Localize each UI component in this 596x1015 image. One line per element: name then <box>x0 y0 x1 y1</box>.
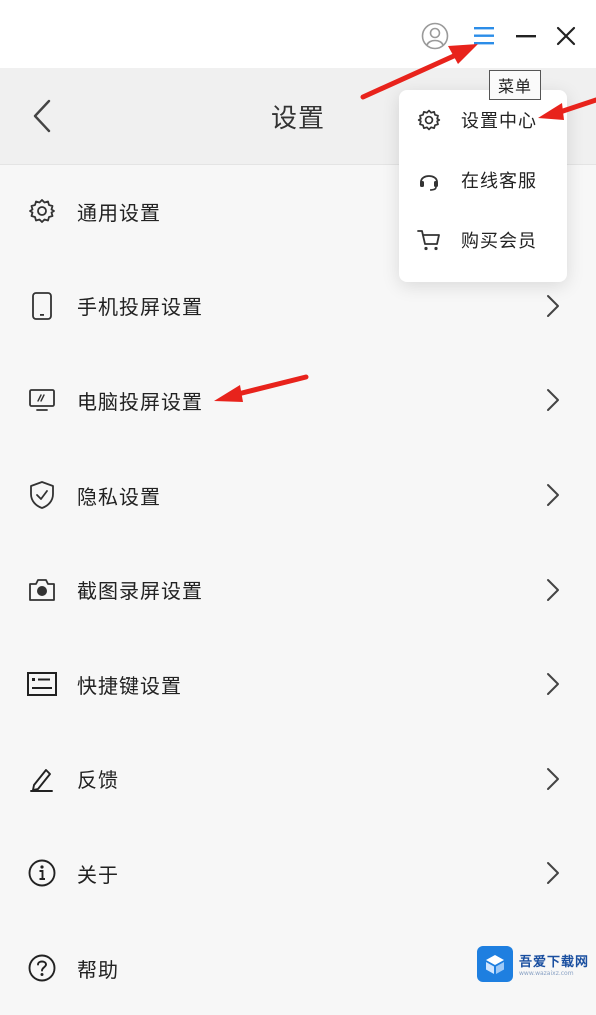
shield-check-icon <box>26 479 58 511</box>
camera-icon <box>26 574 58 606</box>
settings-item-label: 电脑投屏设置 <box>77 389 203 414</box>
settings-item-label: 隐私设置 <box>77 484 161 509</box>
menu-item-label: 购买会员 <box>461 231 537 252</box>
minimize-button[interactable] <box>508 18 544 54</box>
watermark-subtext: www.wazaixz.com <box>519 970 574 977</box>
window-titlebar <box>0 0 596 68</box>
settings-item-label: 通用设置 <box>77 200 161 225</box>
menu-item-label: 在线客服 <box>461 171 537 192</box>
pen-icon <box>26 763 58 795</box>
menu-item-label: 设置中心 <box>461 111 537 132</box>
help-icon <box>26 952 58 984</box>
watermark-logo-icon <box>477 946 513 982</box>
gear-icon <box>416 107 442 133</box>
menu-item-online-support[interactable]: 在线客服 <box>399 150 567 210</box>
menu-button[interactable] <box>466 18 502 54</box>
phone-icon <box>26 290 58 322</box>
watermark: 吾爱下载网 www.wazaixz.com <box>477 942 595 986</box>
user-icon <box>421 22 449 50</box>
close-icon <box>556 26 576 46</box>
settings-item-shortcuts[interactable]: 快捷键设置 <box>0 637 596 732</box>
chevron-right-icon <box>540 480 566 510</box>
minimize-icon <box>516 35 536 38</box>
headset-icon <box>416 167 442 193</box>
settings-item-label: 反馈 <box>77 768 119 793</box>
settings-item-pc-cast[interactable]: 电脑投屏设置 <box>0 353 596 448</box>
dropdown-menu: 设置中心 在线客服 购买会员 <box>399 90 567 282</box>
chevron-right-icon <box>540 291 566 321</box>
monitor-icon <box>26 384 58 416</box>
settings-item-label: 帮助 <box>77 957 119 982</box>
menu-item-buy-membership[interactable]: 购买会员 <box>399 210 567 270</box>
user-button[interactable] <box>417 18 453 54</box>
settings-item-label: 关于 <box>77 862 119 887</box>
chevron-right-icon <box>540 764 566 794</box>
close-button[interactable] <box>548 18 584 54</box>
settings-item-label: 手机投屏设置 <box>77 295 203 320</box>
settings-item-label: 截图录屏设置 <box>77 579 203 604</box>
settings-list: 通用设置 手机投屏设置 电脑投屏设置 隐私设置 截图录屏设置 快捷键设置 反馈 … <box>0 164 596 1015</box>
settings-item-about[interactable]: 关于 <box>0 826 596 921</box>
chevron-right-icon <box>540 669 566 699</box>
chevron-right-icon <box>540 385 566 415</box>
menu-item-settings-center[interactable]: 设置中心 <box>399 90 567 150</box>
settings-item-screenshot-record[interactable]: 截图录屏设置 <box>0 542 596 637</box>
settings-item-label: 快捷键设置 <box>77 673 182 698</box>
menu-tooltip: 菜单 <box>489 70 542 100</box>
settings-item-feedback[interactable]: 反馈 <box>0 732 596 827</box>
cart-icon <box>416 227 442 253</box>
watermark-text: 吾爱下载网 <box>519 955 590 970</box>
chevron-right-icon <box>540 858 566 888</box>
chevron-right-icon <box>540 575 566 605</box>
info-icon <box>26 857 58 889</box>
settings-item-privacy[interactable]: 隐私设置 <box>0 448 596 543</box>
keyboard-shortcut-icon <box>26 668 58 700</box>
gear-icon <box>26 195 58 227</box>
hamburger-menu-icon <box>474 27 494 45</box>
